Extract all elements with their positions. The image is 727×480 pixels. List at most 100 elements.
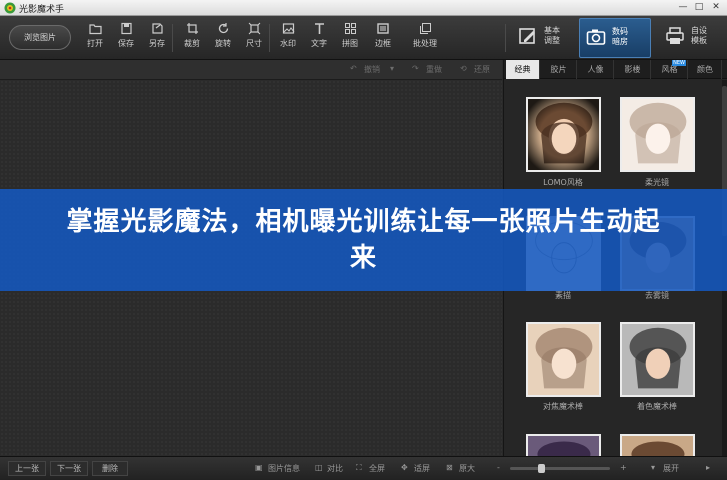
- headline-banner: 掌握光影魔法，相机曝光训练让每一张照片生动起来: [0, 189, 727, 291]
- mode-digital-line1: 数码: [612, 27, 628, 36]
- mode-basic-label: 基本 调整: [544, 26, 576, 46]
- toolbar-divider: [505, 24, 506, 52]
- save-as-icon: [151, 23, 163, 34]
- edit-adjust-icon: [519, 28, 535, 44]
- tab-color[interactable]: 颜色: [689, 60, 722, 79]
- tab-film[interactable]: 胶片: [541, 60, 577, 79]
- save-as-button[interactable]: 另存: [145, 22, 169, 56]
- tab-classic[interactable]: 经典: [506, 60, 540, 79]
- open-label: 打开: [87, 39, 103, 48]
- delete-image-button[interactable]: 删除: [92, 461, 128, 476]
- zoom-out-button[interactable]: -: [497, 463, 500, 472]
- effect-thumb-focus-wand[interactable]: [526, 322, 601, 397]
- text-icon: [314, 23, 324, 34]
- save-as-label: 另存: [149, 39, 165, 48]
- portrait-photo-icon: [528, 436, 599, 456]
- save-button[interactable]: 保存: [114, 22, 138, 56]
- watermark-button[interactable]: 水印: [276, 22, 300, 56]
- effect-thumb-color-wand[interactable]: [620, 322, 695, 397]
- next-image-button[interactable]: 下一张: [50, 461, 88, 476]
- printer-icon: [666, 27, 684, 44]
- portrait-photo-icon: [622, 324, 693, 395]
- rotate-label: 旋转: [215, 39, 231, 48]
- panel-toggle-icon[interactable]: ▸: [706, 463, 710, 472]
- portrait-photo-icon: [528, 99, 599, 170]
- effect-thumb-more-1[interactable]: [526, 434, 601, 456]
- resize-button[interactable]: 尺寸: [242, 22, 266, 56]
- minimize-button[interactable]: —: [676, 1, 690, 14]
- zoom-in-button[interactable]: +: [620, 463, 627, 472]
- mode-custom-label: 自设 模板: [691, 26, 723, 46]
- close-button[interactable]: ✕: [709, 1, 723, 14]
- tab-portrait[interactable]: 人像: [578, 60, 614, 79]
- maximize-button[interactable]: □: [692, 1, 706, 14]
- fit-screen-icon: ✥: [401, 463, 408, 472]
- fullscreen-button[interactable]: 全屏: [369, 463, 385, 474]
- text-button[interactable]: 文字: [307, 22, 331, 56]
- image-info-icon: ▣: [255, 463, 263, 472]
- title-bar: 光影魔术手 — □ ✕: [0, 0, 727, 16]
- compare-button[interactable]: 对比: [327, 463, 343, 474]
- mode-custom-line2: 模板: [691, 36, 707, 45]
- mode-basic-adjust[interactable]: 基本 调整: [512, 18, 574, 58]
- zoom-slider-knob[interactable]: [538, 464, 545, 473]
- restore-button[interactable]: 还原: [474, 64, 490, 75]
- browse-images-button[interactable]: 浏览图片: [9, 25, 71, 50]
- border-label: 边框: [375, 39, 391, 48]
- effect-thumb-soft-light[interactable]: [620, 97, 695, 172]
- prev-image-button[interactable]: 上一张: [8, 461, 46, 476]
- app-logo-icon: [4, 2, 16, 14]
- toolbar-divider: [269, 24, 270, 52]
- border-button[interactable]: 边框: [371, 22, 395, 56]
- rotate-button[interactable]: 旋转: [211, 22, 235, 56]
- effect-thumb-more-2[interactable]: [620, 434, 695, 456]
- text-label: 文字: [311, 39, 327, 48]
- mode-basic-line1: 基本: [544, 26, 560, 35]
- toolbar-divider: [172, 24, 173, 52]
- open-button[interactable]: 打开: [83, 22, 107, 56]
- mode-digital-darkroom[interactable]: 数码 暗房: [579, 18, 651, 58]
- image-info-button[interactable]: 图片信息: [268, 463, 300, 474]
- fit-screen-button[interactable]: 适屏: [414, 463, 430, 474]
- collage-button[interactable]: 拼图: [338, 22, 362, 56]
- batch-icon: [419, 23, 431, 34]
- undo-icon: ↶: [350, 64, 357, 73]
- batch-button[interactable]: 批处理: [413, 22, 437, 56]
- original-size-button[interactable]: 原大: [459, 463, 475, 474]
- headline-text: 掌握光影魔法，相机曝光训练让每一张照片生动起来: [66, 207, 661, 273]
- watermark-label: 水印: [280, 39, 296, 48]
- portrait-photo-icon: [622, 436, 693, 456]
- expand-button[interactable]: 展开: [663, 463, 679, 474]
- mode-basic-line2: 调整: [544, 36, 560, 45]
- tab-style[interactable]: 风格 NEW: [652, 60, 688, 79]
- tab-style-label: 风格: [661, 65, 678, 74]
- compare-icon: ◫: [315, 463, 323, 472]
- batch-label: 批处理: [413, 39, 437, 48]
- mode-custom-template[interactable]: 自设 模板: [659, 18, 723, 58]
- crop-icon: [186, 23, 198, 34]
- portrait-photo-icon: [528, 324, 599, 395]
- effect-label-focus-wand: 对焦魔术棒: [543, 402, 583, 411]
- expand-icon: ▾: [651, 463, 656, 472]
- window-title: 光影魔术手: [19, 5, 65, 15]
- resize-label: 尺寸: [246, 39, 262, 48]
- watermark-icon: [282, 23, 294, 34]
- effect-thumb-lomo[interactable]: [526, 97, 601, 172]
- collage-icon: [344, 23, 356, 34]
- camera-icon: [586, 29, 606, 45]
- tab-studio[interactable]: 影楼: [615, 60, 651, 79]
- crop-button[interactable]: 裁剪: [180, 22, 204, 56]
- zoom-slider[interactable]: [510, 464, 610, 473]
- save-icon: [120, 22, 132, 35]
- undo-button[interactable]: 撤销: [364, 64, 380, 75]
- resize-icon: [248, 22, 260, 35]
- redo-button[interactable]: 重做: [426, 64, 442, 75]
- restore-icon: ⟲: [460, 64, 467, 73]
- mode-custom-line1: 自设: [691, 26, 707, 35]
- redo-icon: ↷: [412, 64, 419, 73]
- effect-label-lomo: LOMO风格: [543, 178, 583, 187]
- new-badge: NEW: [672, 60, 686, 66]
- undo-dropdown-icon[interactable]: ▾: [390, 64, 394, 73]
- effect-label-soft-light: 柔光镜: [645, 178, 669, 187]
- fullscreen-icon: ⛶: [356, 463, 362, 472]
